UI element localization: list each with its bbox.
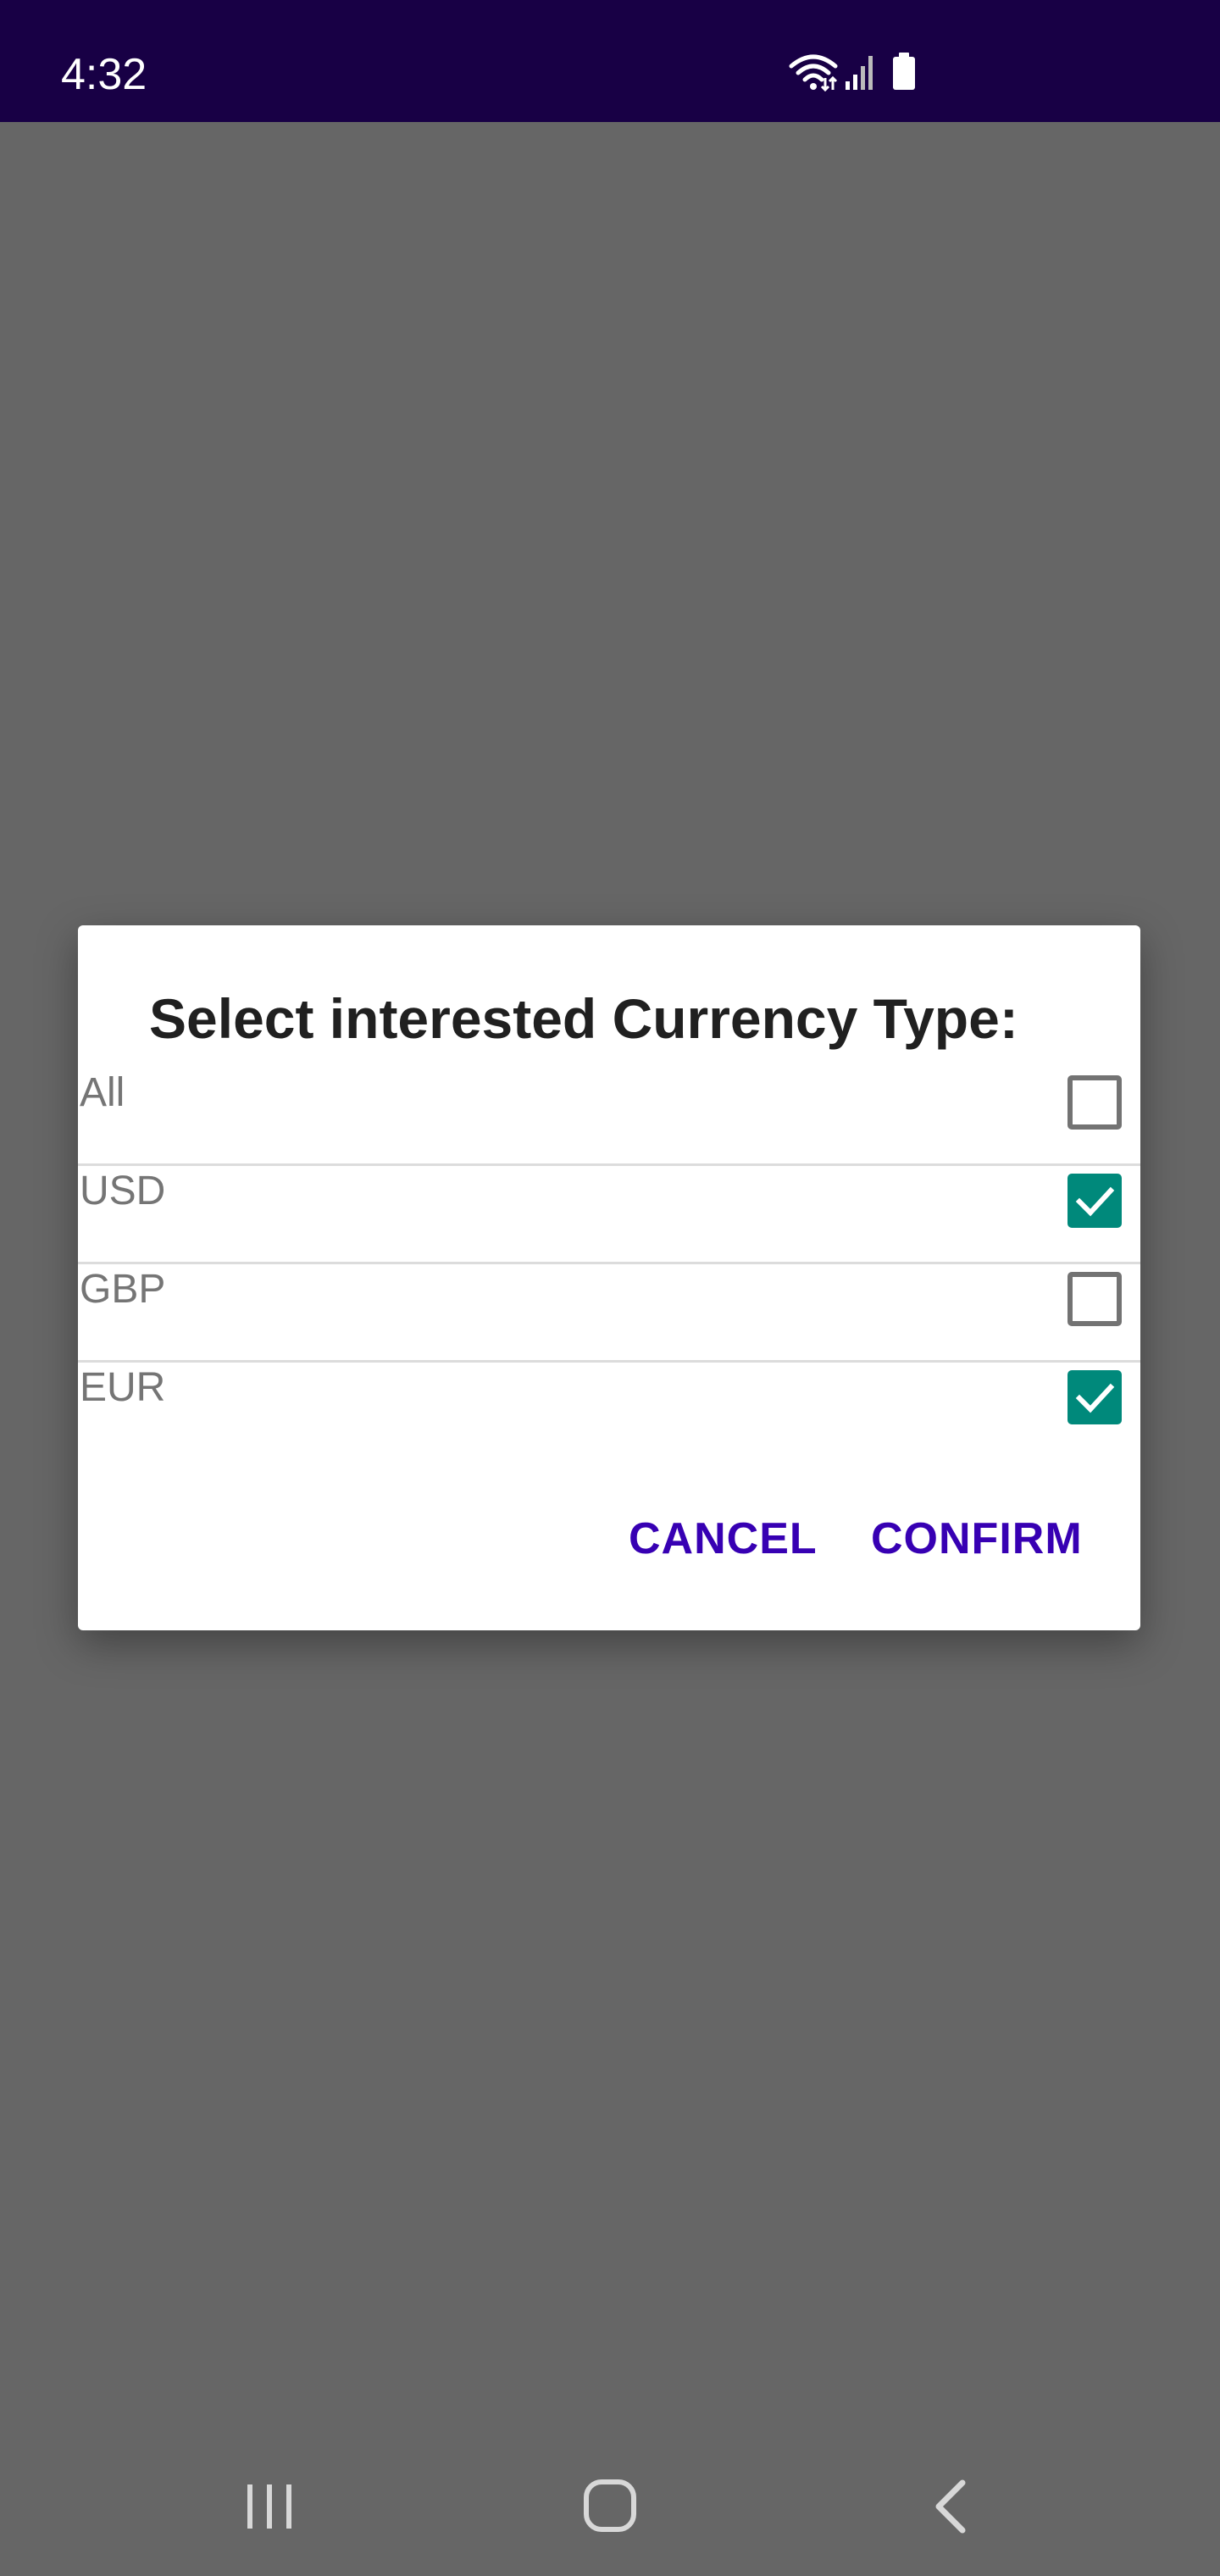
recent-apps-button[interactable]: [219, 2464, 320, 2549]
status-bar: 4:32: [0, 0, 1220, 122]
confirm-button[interactable]: CONFIRM: [871, 1512, 1083, 1566]
checkbox-gbp[interactable]: [1068, 1272, 1122, 1326]
option-label: All: [80, 1070, 125, 1115]
option-label: EUR: [80, 1365, 166, 1410]
currency-type-dialog: Select interested Currency Type: All USD…: [78, 925, 1140, 1630]
checkmark-icon: [1075, 1383, 1115, 1413]
battery-icon: [891, 53, 917, 96]
recent-apps-icon: [247, 2484, 291, 2529]
back-button[interactable]: [900, 2464, 1001, 2549]
home-icon: [584, 2479, 636, 2532]
home-button[interactable]: [559, 2464, 661, 2549]
checkbox-usd[interactable]: [1068, 1174, 1122, 1228]
option-label: GBP: [80, 1267, 166, 1312]
option-row-gbp[interactable]: GBP: [78, 1264, 1140, 1363]
navigation-bar: [0, 2434, 1220, 2576]
wifi-icon: [788, 53, 839, 96]
status-time: 4:32: [61, 50, 147, 99]
back-icon: [935, 2479, 966, 2534]
dialog-title: Select interested Currency Type:: [149, 987, 1018, 1050]
option-row-all[interactable]: All: [78, 1068, 1140, 1166]
checkbox-eur[interactable]: [1068, 1370, 1122, 1424]
option-label: USD: [80, 1169, 166, 1213]
checkbox-all[interactable]: [1068, 1075, 1122, 1130]
status-icons: [788, 53, 923, 95]
option-row-usd[interactable]: USD: [78, 1166, 1140, 1264]
cancel-button[interactable]: CANCEL: [629, 1512, 818, 1566]
signal-icon: [844, 53, 878, 96]
checkmark-icon: [1075, 1186, 1115, 1217]
option-row-eur[interactable]: EUR: [78, 1363, 1140, 1461]
